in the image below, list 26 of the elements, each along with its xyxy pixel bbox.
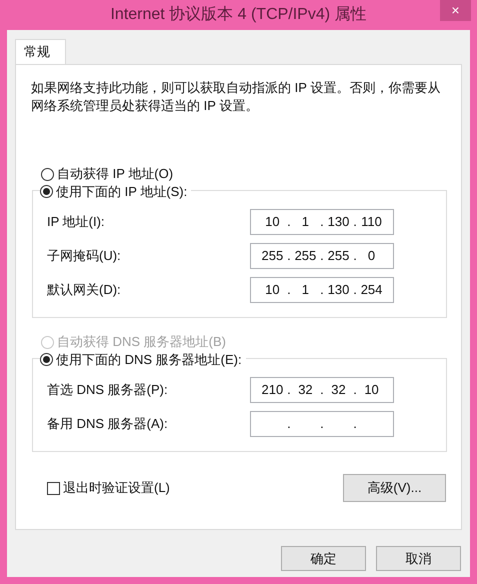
field-label: 备用 DNS 服务器(A): <box>47 415 168 434</box>
close-button[interactable]: × <box>440 0 471 21</box>
field-label: 子网掩码(U): <box>47 247 121 266</box>
ip-address-field[interactable]: 255 . 255 . 255 . 0 <box>250 243 394 269</box>
radio-label: 自动获得 IP 地址(O) <box>57 165 174 184</box>
field-label: IP 地址(I): <box>47 213 105 232</box>
ip-address-field[interactable]: 10 . 1 . 130 . 110 <box>250 209 394 235</box>
window-title: Internet 协议版本 4 (TCP/IPv4) 属性 <box>110 4 367 25</box>
radio-label: 使用下面的 IP 地址(S): <box>56 183 188 201</box>
checkbox-label: 退出时验证设置(L) <box>63 479 170 498</box>
radio-button[interactable] <box>40 353 53 366</box>
description-text: 如果网络支持此功能，则可以获取自动指派的 IP 设置。否则，你需要从网络系统管理员处获得适当的 IP 设置。 <box>30 79 442 115</box>
ip-address-field[interactable]: 10 . 1 . 130 . 254 <box>250 277 394 303</box>
dialog-button[interactable]: 取消 <box>376 546 461 571</box>
radio-button[interactable] <box>40 185 53 198</box>
field-label: 首选 DNS 服务器(P): <box>47 381 168 400</box>
advanced-button[interactable]: 高级(V)... <box>343 474 446 502</box>
checkbox[interactable] <box>47 482 60 494</box>
ip-address-field[interactable]: 210 . 32 . 32 . 10 <box>250 377 394 403</box>
field-label: 默认网关(D): <box>47 281 121 300</box>
radio-button[interactable] <box>41 168 54 180</box>
radio-label: 使用下面的 DNS 服务器地址(E): <box>56 351 242 369</box>
ip-address-field[interactable]: . . . <box>250 411 394 437</box>
tab[interactable]: 常规 <box>15 39 66 64</box>
radio-label: 自动获得 DNS 服务器地址(B) <box>57 333 226 352</box>
dialog-button[interactable]: 确定 <box>281 546 366 571</box>
